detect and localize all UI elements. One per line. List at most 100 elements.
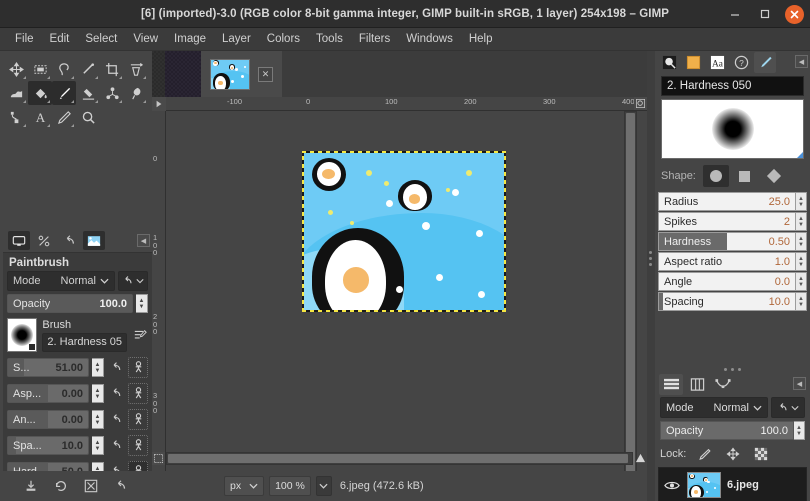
images-tab-icon[interactable]: [83, 231, 105, 250]
opacity-stepper[interactable]: ▲ ▼: [136, 294, 148, 313]
circle-shape-icon[interactable]: [702, 165, 729, 187]
device-status-tab-icon[interactable]: [33, 231, 55, 250]
unit-selector[interactable]: px: [224, 476, 265, 496]
canvas-vertical-scrollbar[interactable]: [624, 111, 637, 501]
blend-mode-selector[interactable]: Mode Normal: [7, 271, 115, 291]
tool-option-dynamics-link-icon[interactable]: [128, 435, 148, 456]
brush-parameter-stepper[interactable]: ▲ ▼: [796, 212, 807, 231]
canvas-area[interactable]: [166, 111, 633, 501]
brush-parameter-stepper[interactable]: ▲ ▼: [796, 192, 807, 211]
channels-tab-icon[interactable]: [685, 374, 709, 395]
menu-item-windows[interactable]: Windows: [398, 30, 461, 48]
bucket-fill-tool-icon[interactable]: [28, 81, 52, 105]
paths-tool-icon[interactable]: [4, 105, 28, 129]
reset-tool-options-icon[interactable]: [111, 476, 131, 496]
collapse-right-dock-button[interactable]: ◀: [795, 55, 808, 68]
menu-item-file[interactable]: File: [7, 30, 42, 48]
ruler-origin-button[interactable]: [152, 97, 166, 111]
brush-editor-tab-icon[interactable]: [754, 51, 776, 73]
layers-tab-icon[interactable]: [659, 373, 683, 395]
layer-opacity-slider[interactable]: Opacity 100.0: [660, 421, 794, 440]
layer-opacity-stepper[interactable]: ▲ ▼: [794, 421, 805, 440]
tool-option-stepper[interactable]: ▲▼: [92, 410, 104, 429]
collapse-layers-dock-button[interactable]: ◀: [793, 377, 806, 390]
brush-parameter-stepper[interactable]: ▲ ▼: [796, 272, 807, 291]
undo-history-tab-icon[interactable]: [58, 231, 80, 250]
brush-name-field[interactable]: 2. Hardness 05: [42, 332, 128, 352]
quick-mask-button[interactable]: [152, 452, 165, 465]
tool-option-reset-icon[interactable]: [107, 410, 125, 429]
tool-option-reset-icon[interactable]: [107, 358, 125, 377]
menu-item-colors[interactable]: Colors: [259, 30, 308, 48]
brush-parameter-slider[interactable]: Angle 0.0: [658, 272, 796, 291]
tool-option-slider[interactable]: S... 51.00: [7, 358, 89, 377]
tool-option-reset-icon[interactable]: [107, 436, 125, 455]
layer-visibility-icon[interactable]: [663, 480, 681, 491]
navigation-preview-button[interactable]: [634, 452, 647, 465]
paintbrush-tool-icon[interactable]: [52, 81, 76, 105]
menu-item-select[interactable]: Select: [77, 30, 125, 48]
brush-parameter-slider[interactable]: Spacing 10.0: [658, 292, 796, 311]
zoom-value-field[interactable]: 100 %: [269, 476, 311, 496]
gradient-tool-icon[interactable]: [4, 81, 28, 105]
move-tool-icon[interactable]: [4, 57, 28, 81]
free-select-tool-icon[interactable]: [52, 57, 76, 81]
save-tool-preset-icon[interactable]: [21, 476, 41, 496]
collapse-dock-button[interactable]: ◀: [137, 234, 150, 247]
transform-tool-icon[interactable]: [124, 57, 148, 81]
restore-tool-preset-icon[interactable]: [51, 476, 71, 496]
eraser-tool-icon[interactable]: [76, 81, 100, 105]
brush-parameter-slider[interactable]: Hardness 0.50: [658, 232, 796, 251]
square-shape-icon[interactable]: [732, 165, 758, 187]
brush-parameter-stepper[interactable]: ▲ ▼: [796, 232, 807, 251]
tool-option-dynamics-link-icon[interactable]: [128, 383, 148, 404]
measure-tool-icon[interactable]: [76, 57, 100, 81]
maximize-button[interactable]: [755, 4, 775, 24]
zoom-dropdown-button[interactable]: [315, 476, 332, 496]
tool-option-stepper[interactable]: ▲▼: [92, 436, 104, 455]
menu-item-tools[interactable]: Tools: [308, 30, 351, 48]
menu-item-layer[interactable]: Layer: [214, 30, 259, 48]
brushes-tab-icon[interactable]: [658, 52, 680, 73]
clone-tool-icon[interactable]: [100, 81, 124, 105]
brush-parameter-slider[interactable]: Radius 25.0: [658, 192, 796, 211]
menu-item-filters[interactable]: Filters: [351, 30, 398, 48]
crop-tool-icon[interactable]: [100, 57, 124, 81]
tool-option-dynamics-link-icon[interactable]: [128, 357, 148, 378]
image-tab[interactable]: ✕: [201, 51, 282, 97]
paths-tab-icon[interactable]: [711, 374, 735, 395]
brush-editor-name-field[interactable]: 2. Hardness 050: [661, 76, 804, 96]
tool-option-slider[interactable]: Asp... 0.00: [7, 384, 89, 403]
brush-parameter-slider[interactable]: Aspect ratio 1.0: [658, 252, 796, 271]
lock-position-icon[interactable]: [724, 445, 742, 463]
tool-options-tab-icon[interactable]: [8, 231, 30, 250]
patterns-tab-icon[interactable]: [682, 52, 704, 73]
zoom-image-button[interactable]: [634, 97, 647, 110]
tool-option-stepper[interactable]: ▲▼: [92, 358, 104, 377]
tool-option-stepper[interactable]: ▲▼: [92, 384, 104, 403]
brush-thumbnail[interactable]: [7, 318, 38, 352]
zoom-tool-icon[interactable]: [76, 105, 100, 129]
brush-parameter-stepper[interactable]: ▲ ▼: [796, 252, 807, 271]
canvas-horizontal-scrollbar[interactable]: [166, 452, 633, 465]
layer-mode-selector[interactable]: Mode Normal: [660, 397, 768, 418]
menu-item-help[interactable]: Help: [461, 30, 501, 48]
tool-option-slider[interactable]: Spa... 10.0: [7, 436, 89, 455]
rectangle-select-tool-icon[interactable]: [28, 57, 52, 81]
brush-parameter-stepper[interactable]: ▲ ▼: [796, 292, 807, 311]
fonts-tab-icon[interactable]: Aa: [706, 52, 728, 73]
dock-splitter[interactable]: [647, 51, 655, 501]
lock-pixels-icon[interactable]: [696, 445, 714, 463]
image-tab-close-button[interactable]: ✕: [258, 66, 273, 82]
pencil-tool-icon[interactable]: [52, 105, 76, 129]
tool-option-slider[interactable]: An... 0.00: [7, 410, 89, 429]
tool-option-reset-icon[interactable]: [107, 384, 125, 403]
brush-parameter-slider[interactable]: Spikes 2: [658, 212, 796, 231]
minimize-button[interactable]: [725, 4, 745, 24]
edit-brush-icon[interactable]: [132, 326, 148, 345]
layer-list[interactable]: 6.jpeg: [658, 467, 807, 501]
dynamics-button[interactable]: [118, 271, 148, 291]
smudge-tool-icon[interactable]: [124, 81, 148, 105]
help-tab-icon[interactable]: ?: [730, 52, 752, 73]
diamond-shape-icon[interactable]: [761, 165, 787, 187]
